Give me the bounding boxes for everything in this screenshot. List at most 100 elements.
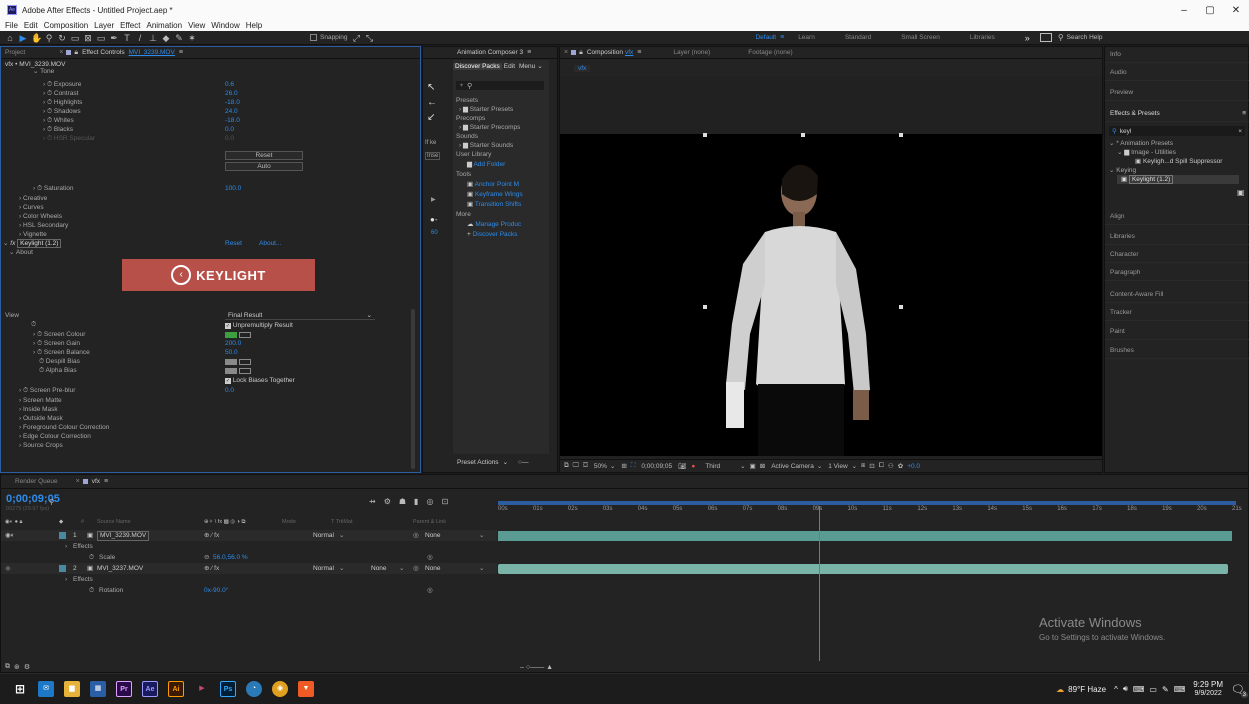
more-workspaces-icon[interactable]: » (1025, 33, 1030, 43)
grid-icon[interactable]: ⊞ (621, 462, 626, 470)
type-tool-icon[interactable]: T (122, 33, 132, 43)
constrain-link-icon[interactable]: ⊖ (204, 552, 209, 563)
video-eye-icon[interactable]: ◉ (5, 563, 11, 574)
prop-value[interactable]: -18.0 (225, 98, 240, 107)
close-icon[interactable]: ✕ (1223, 5, 1249, 16)
arrow-right-icon[interactable]: ▶ (431, 196, 436, 203)
puppet-tool-icon[interactable]: ✶ (187, 33, 197, 43)
windows-start-icon[interactable]: ⊞ (12, 681, 28, 697)
media-player-icon[interactable]: ▶ (194, 681, 210, 697)
panel-menu-icon[interactable]: ≡ (1242, 106, 1246, 122)
chrome-icon[interactable]: ◉ (272, 681, 288, 697)
layer-1-scale[interactable]: ⏱ Scale ⊖ 56.0,56.0 % ◎ (1, 552, 497, 563)
stopwatch-icon[interactable]: ⏱ (47, 108, 52, 115)
fast-preview-icon[interactable]: ⊡ (869, 462, 874, 470)
weather-icon[interactable]: ☁ (1056, 685, 1064, 694)
despill-bias-row[interactable]: ⏱ Despill Bias (39, 357, 419, 366)
ac-item-starter-precomps[interactable]: › ▆ Starter Precomps (459, 123, 520, 132)
col-mode[interactable]: Mode (282, 519, 296, 525)
tree-spill-suppressor[interactable]: ▣ Keyligh...d Spill Suppressor (1135, 157, 1222, 166)
layer-row-2[interactable]: ◉ 2 ▣ MVI_3237.MOV ⊕ ∕ fx Normal ⌄ None … (1, 563, 497, 574)
workspace-learn[interactable]: Learn (798, 34, 815, 41)
workspace-default[interactable]: Default (755, 34, 776, 41)
ac-search[interactable]: ✦ ⚲ (456, 81, 544, 90)
prop-value[interactable]: 50.0 (225, 348, 238, 357)
ac-item-starter-sounds[interactable]: › ▆ Starter Sounds (459, 141, 513, 150)
tab-composition[interactable]: Composition (583, 47, 625, 59)
menu-effect[interactable]: Effect (120, 21, 140, 30)
layer-trkmat-dropdown[interactable]: None (371, 563, 387, 574)
frame-blending-icon[interactable]: ▮ (414, 497, 418, 506)
eyedropper-icon[interactable] (239, 359, 251, 366)
group-hsl-secondary[interactable]: › HSL Secondary (19, 221, 68, 230)
effects-search[interactable]: ⚲ keyl × (1109, 126, 1245, 136)
comp-flow-tab[interactable]: vfx (574, 65, 591, 72)
menu-animation[interactable]: Animation (146, 21, 182, 30)
lock-biases-row[interactable]: ✓ Lock Biases Together (225, 376, 295, 385)
despill-swatch[interactable] (225, 359, 237, 366)
prop-value[interactable]: 24.0 (225, 107, 238, 116)
stopwatch-icon[interactable]: ⏱ (37, 340, 42, 347)
stopwatch-row[interactable]: ⏱ (31, 320, 36, 329)
fx-icon[interactable]: fx (10, 240, 15, 247)
tab-effect-controls[interactable]: Effect Controls (78, 47, 129, 59)
tree-image-utilities[interactable]: ⌄ ▆ Image - Utilities (1117, 148, 1176, 157)
layer-mode-dropdown[interactable]: Normal (313, 530, 334, 541)
panel-paint[interactable]: Paint (1105, 324, 1249, 340)
star-icon[interactable]: ✦ (459, 82, 464, 89)
minimize-icon[interactable]: – (1171, 5, 1197, 16)
arrow-left-icon[interactable]: ← (427, 97, 437, 108)
view-dropdown[interactable]: Final Result ⌄ (225, 312, 375, 320)
views-dropdown[interactable]: 1 View (828, 463, 847, 470)
stopwatch-icon[interactable]: ⏱ (47, 126, 52, 133)
mail-icon[interactable]: ✉ (38, 681, 54, 697)
layer-name[interactable]: MVI_3237.MOV (97, 563, 143, 574)
screen-colour-swatch[interactable] (225, 332, 237, 339)
panel-menu-icon[interactable]: ≡ (179, 49, 183, 56)
keylight-effect-header[interactable]: ⌄ fx Keylight (1.2) Reset About... (3, 239, 408, 248)
tab-project[interactable]: Project (1, 47, 29, 59)
preset-actions-dropdown[interactable]: Preset Actions ⌄ ○— (457, 456, 528, 468)
stopwatch-icon[interactable]: ⏱ (37, 331, 42, 338)
col-source-name[interactable]: Source Name (97, 519, 131, 525)
stopwatch-icon[interactable]: ⏱ (23, 387, 28, 394)
prop-value[interactable]: -18.0 (225, 116, 240, 125)
panel-audio[interactable]: Audio (1105, 65, 1249, 81)
stopwatch-icon[interactable]: ⏱ (39, 358, 44, 365)
stopwatch-icon[interactable]: ⏱ (89, 552, 94, 563)
search-help-box-icon[interactable] (1039, 33, 1052, 42)
resolution-dropdown[interactable]: Third (705, 463, 720, 470)
volume-icon[interactable]: 🔊︎ (1123, 684, 1128, 694)
layer-mode-dropdown[interactable]: Normal (313, 563, 334, 574)
menu-help[interactable]: Help (246, 21, 262, 30)
panel-preview[interactable]: Preview (1105, 85, 1249, 101)
group-screen-matte[interactable]: › Screen Matte (19, 396, 62, 405)
timeline-search[interactable]: ⚲ (49, 497, 139, 506)
network-icon[interactable]: ⌨ (1133, 685, 1145, 694)
workspace-libraries[interactable]: Libraries (970, 34, 995, 41)
selection-tool-icon[interactable]: ▶ (18, 33, 28, 43)
stopwatch-icon[interactable]: ⏱ (39, 367, 44, 374)
checkbox-checked-icon[interactable]: ✓ (225, 378, 231, 384)
hand-tool-icon[interactable]: ✋ (31, 33, 42, 43)
tab-edit[interactable]: Edit (504, 63, 515, 70)
layer-handle[interactable] (899, 133, 903, 137)
tab-animation-composer[interactable]: Animation Composer 3 (453, 47, 527, 59)
layer-row-1[interactable]: ◉◐ 1 ▣ MVI_3239.MOV ⊕ ∕ fx Normal ⌄ ◎ No… (1, 530, 497, 541)
layer-handle[interactable] (703, 305, 707, 309)
ec-target-layer[interactable]: MVI_3239.MOV (129, 49, 175, 56)
comp-canvas[interactable] (560, 134, 1102, 456)
prop-value[interactable]: 0.6 (225, 80, 234, 89)
clock[interactable]: 9:29 PM 9/9/2022 (1193, 680, 1223, 698)
ac-item-transition-shifts[interactable]: ▣ Transition Shifts (467, 200, 521, 209)
layer-switches[interactable]: ⊕ ∕ fx (204, 530, 219, 541)
layer-parent-dropdown[interactable]: None (425, 563, 441, 574)
tab-render-queue[interactable]: Render Queue (11, 476, 62, 488)
search-icon[interactable]: ⚲ (49, 498, 54, 506)
mask-visibility-icon[interactable]: ⛋ (583, 462, 588, 470)
toggle-modes-icon[interactable]: ⊛ (14, 663, 20, 671)
photoshop-icon[interactable]: Ps (220, 681, 236, 697)
panel-effects-presets[interactable]: Effects & Presets ≡ (1105, 106, 1249, 122)
layer-handle[interactable] (899, 305, 903, 309)
prop-value[interactable]: 56.0,56.0 % (213, 552, 248, 563)
